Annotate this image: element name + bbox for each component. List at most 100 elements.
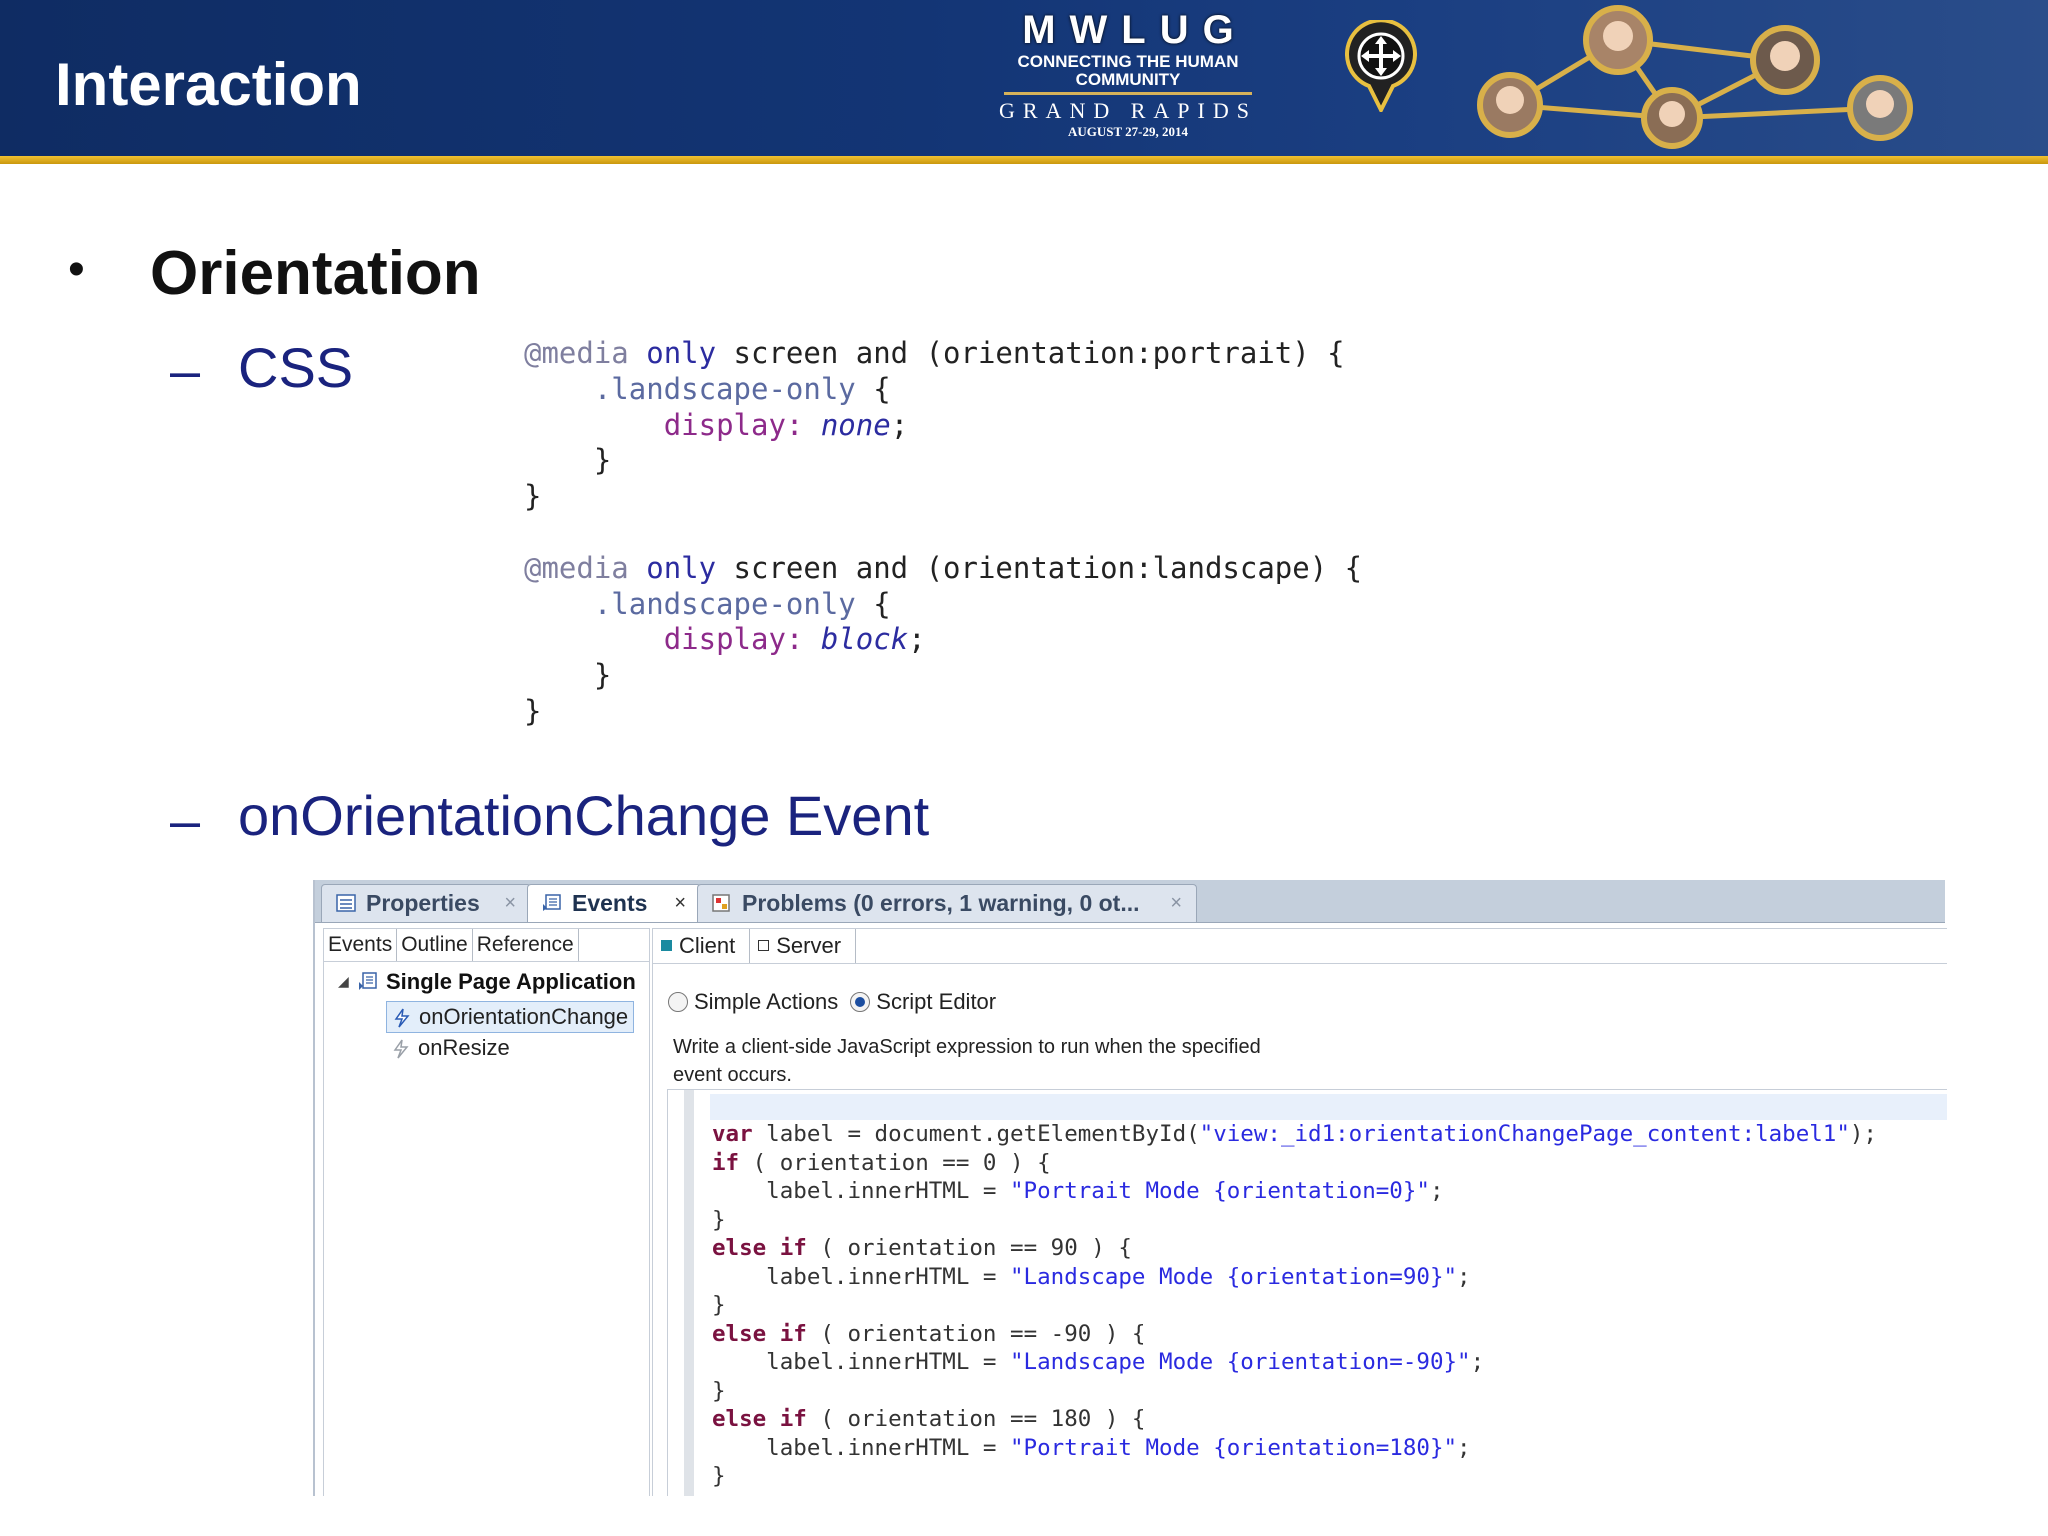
code-keyword: else if — [712, 1235, 807, 1261]
client-server-tabs: Client Server — [653, 929, 1947, 964]
current-line-highlight — [710, 1094, 1947, 1120]
code-text: label = document.getElementById( — [752, 1121, 1200, 1147]
css-code-block: @media only screen and (orientation:port… — [524, 336, 1362, 730]
code-text: ; — [1457, 1263, 1471, 1290]
tab-label: Events — [572, 890, 648, 916]
code-token: ; — [908, 622, 926, 657]
code-string: "view:_id1:orientationChangePage_content… — [1199, 1121, 1850, 1147]
close-icon[interactable]: × — [674, 885, 686, 921]
pane-subtabs: Events Outline Reference — [324, 929, 649, 962]
event-handler-icon — [394, 1008, 410, 1028]
code-keyword: else if — [712, 1320, 807, 1347]
radio-label: Script Editor — [876, 989, 997, 1014]
tab-server[interactable]: Server — [750, 929, 857, 963]
radio-script-editor[interactable] — [850, 992, 871, 1012]
tree-root-single-page-app[interactable]: Single Page Application — [386, 969, 636, 995]
logo-rule — [1004, 92, 1252, 95]
events-outline-pane: Events Outline Reference ◢ Single Page A… — [323, 928, 650, 1496]
code-token: ; — [890, 407, 909, 442]
tree-item-label: onOrientationChange — [419, 1004, 629, 1029]
tab-label: Problems (0 errors, 1 warning, 0 ot... — [742, 890, 1140, 916]
code-text: ( orientation == 0 ) { — [739, 1149, 1051, 1176]
code-token: only — [646, 336, 717, 370]
sub-bullet-dash: – — [170, 791, 201, 851]
logo-dates: AUGUST 27-29, 2014 — [1067, 124, 1189, 139]
events-icon — [543, 894, 561, 911]
subtab-outline[interactable]: Outline — [397, 929, 473, 961]
code-token: } — [593, 658, 612, 693]
subtab-reference[interactable]: Reference — [473, 929, 579, 961]
code-token: screen and (orientation:landscape) { — [716, 550, 1363, 585]
subtab-events[interactable]: Events — [324, 929, 398, 961]
action-type-radios: Simple Actions Script Editor — [668, 989, 1008, 1015]
code-text: ( orientation == -90 ) { — [806, 1320, 1146, 1347]
tree-item-onresize[interactable]: onResize — [386, 1033, 515, 1065]
logo-name: MWLUG — [1022, 8, 1248, 52]
mwlug-logo: MWLUG CONNECTING THE HUMAN COMMUNITY GRA… — [998, 8, 1258, 139]
code-token: block — [820, 622, 909, 657]
expand-arrow-icon[interactable]: ◢ — [338, 973, 349, 990]
code-token: } — [524, 479, 542, 514]
code-token: display: — [663, 407, 804, 442]
help-text: Write a client-side JavaScript expressio… — [673, 1036, 1261, 1086]
code-token: } — [593, 443, 612, 478]
bullet-marker: • — [68, 243, 85, 296]
close-icon[interactable]: × — [1170, 885, 1182, 921]
code-text: } — [712, 1206, 726, 1233]
location-pin-icon — [1345, 20, 1417, 112]
code-text: ); — [1849, 1121, 1877, 1147]
code-token: @media — [524, 336, 629, 370]
code-string: "Portrait Mode {orientation=0}" — [1010, 1178, 1430, 1204]
tree-item-onorientationchange[interactable]: onOrientationChange — [386, 1001, 635, 1033]
code-string: "Landscape Mode {orientation=90}" — [1010, 1263, 1458, 1290]
code-text: ; — [1457, 1434, 1471, 1461]
radio-simple-actions[interactable] — [668, 992, 688, 1012]
logo-tagline-1: CONNECTING THE HUMAN — [1017, 52, 1239, 71]
code-keyword: else if — [712, 1406, 807, 1432]
code-token: .landscape-only — [593, 371, 856, 406]
sub-bullet-css: CSS — [238, 336, 354, 399]
code-token: { — [855, 586, 891, 621]
code-token: .landscape-only — [593, 586, 856, 621]
code-token: display: — [663, 622, 804, 657]
tab-label: Server — [776, 933, 842, 958]
view-tab-strip: Properties × Events × Problems (0 errors… — [315, 880, 1945, 923]
code-string: "Landscape Mode {orientation=-90}" — [1010, 1349, 1471, 1375]
code-text: ( orientation == 180 ) { — [806, 1406, 1146, 1432]
tab-properties[interactable]: Properties × — [321, 884, 531, 922]
code-token: none — [820, 407, 891, 442]
code-text: } — [712, 1292, 726, 1318]
properties-icon — [336, 894, 356, 912]
radio-label: Simple Actions — [694, 989, 839, 1014]
code-token: { — [855, 371, 891, 406]
code-text: } — [712, 1463, 726, 1489]
sub-bullet-dash: – — [170, 341, 201, 401]
tab-label: Properties — [366, 890, 480, 916]
code-string: "Portrait Mode {orientation=180}" — [1010, 1434, 1458, 1461]
code-token: } — [524, 693, 542, 728]
code-text: label.innerHTML = — [712, 1178, 1011, 1204]
close-icon[interactable]: × — [504, 885, 516, 921]
tab-problems[interactable]: Problems (0 errors, 1 warning, 0 ot... × — [697, 884, 1197, 922]
editor-gutter — [684, 1090, 694, 1496]
code-text: label.innerHTML = — [712, 1263, 1011, 1290]
bullet-orientation: Orientation — [150, 239, 481, 308]
event-icon — [393, 1039, 409, 1059]
code-text: label.innerHTML = — [712, 1434, 1011, 1461]
code-token: only — [646, 550, 717, 585]
script-editor[interactable]: var label = document.getElementById("vie… — [667, 1089, 1947, 1496]
problems-icon — [712, 894, 730, 912]
tab-client[interactable]: Client — [653, 929, 751, 963]
page-icon — [359, 972, 377, 990]
script-code[interactable]: var label = document.getElementById("vie… — [712, 1120, 1877, 1491]
tree-item-label: onResize — [418, 1035, 510, 1060]
header-gold-stripe — [0, 156, 2048, 164]
logo-city: GRAND RAPIDS — [999, 98, 1257, 123]
tab-events[interactable]: Events × — [527, 884, 701, 922]
logo-tagline-2: COMMUNITY — [1075, 70, 1181, 89]
client-icon — [661, 940, 672, 951]
code-keyword: if — [712, 1149, 740, 1176]
code-keyword: var — [712, 1121, 753, 1147]
code-text: ; — [1470, 1349, 1485, 1375]
community-network-graphic — [1477, 5, 1913, 149]
